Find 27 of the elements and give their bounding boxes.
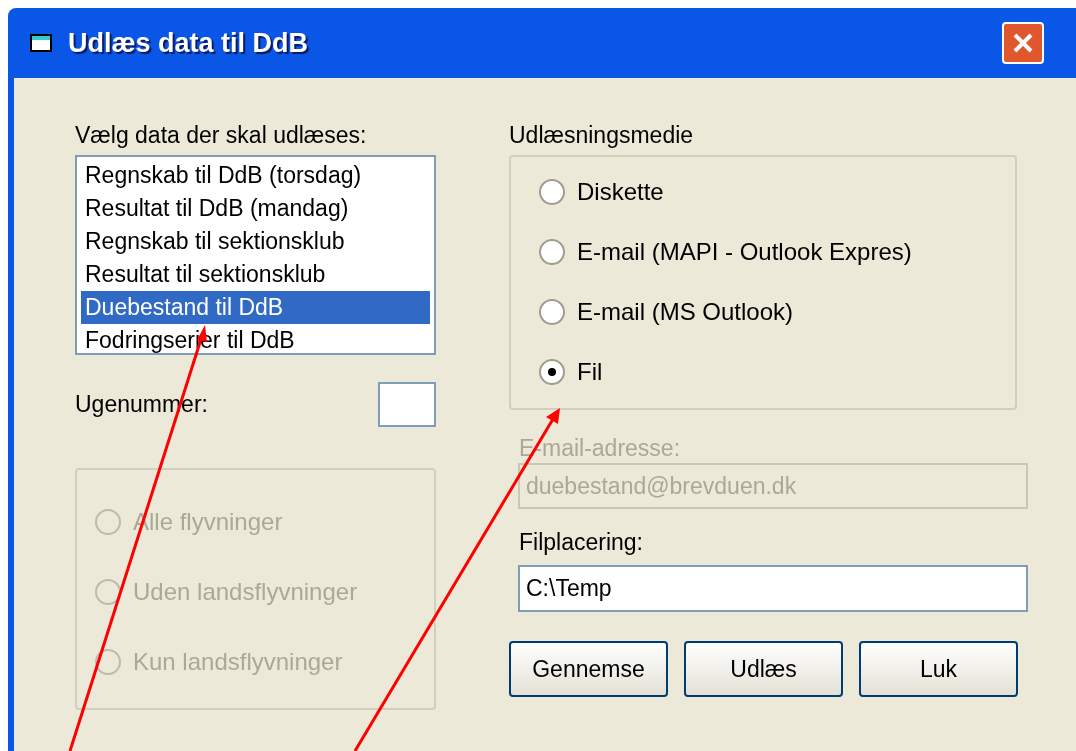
list-item[interactable]: Regnskab til DdB (torsdag) bbox=[81, 159, 430, 192]
medium-label: Udlæsningsmedie bbox=[509, 121, 695, 150]
list-label: Vælg data der skal udlæses: bbox=[75, 121, 368, 150]
dialog-button[interactable]: Luk bbox=[859, 641, 1018, 697]
list-item[interactable]: Duebestand til DdB bbox=[81, 291, 430, 324]
close-button[interactable] bbox=[1002, 22, 1044, 64]
list-item[interactable]: Resultat til sektionsklub bbox=[81, 258, 430, 291]
radio-label: E-mail (MAPI - Outlook Expres) bbox=[577, 237, 912, 267]
window-icon bbox=[30, 33, 54, 53]
radio-button[interactable] bbox=[539, 179, 565, 205]
list-item[interactable]: Regnskab til sektionsklub bbox=[81, 225, 430, 258]
radio-label: Diskette bbox=[577, 177, 664, 207]
window-title: Udlæs data til DdB bbox=[68, 26, 309, 60]
dialog-button[interactable]: Gennemse bbox=[509, 641, 668, 697]
radio-label: Uden landsflyvninger bbox=[133, 577, 358, 607]
radio-label: Kun landsflyvninger bbox=[133, 647, 343, 677]
radio-label: Fil bbox=[577, 357, 603, 387]
dialog-button[interactable]: Udlæs bbox=[684, 641, 843, 697]
close-icon bbox=[1012, 32, 1034, 54]
week-field[interactable] bbox=[378, 382, 436, 427]
file-field[interactable]: C:\Temp bbox=[518, 565, 1028, 612]
radio-button[interactable] bbox=[539, 299, 565, 325]
radio-label: E-mail (MS Outlook) bbox=[577, 297, 794, 327]
file-label: Filplacering: bbox=[519, 528, 644, 557]
list-item[interactable]: Resultat til DdB (mandag) bbox=[81, 192, 430, 225]
radio-button[interactable] bbox=[539, 239, 565, 265]
radio-button[interactable] bbox=[539, 359, 565, 385]
